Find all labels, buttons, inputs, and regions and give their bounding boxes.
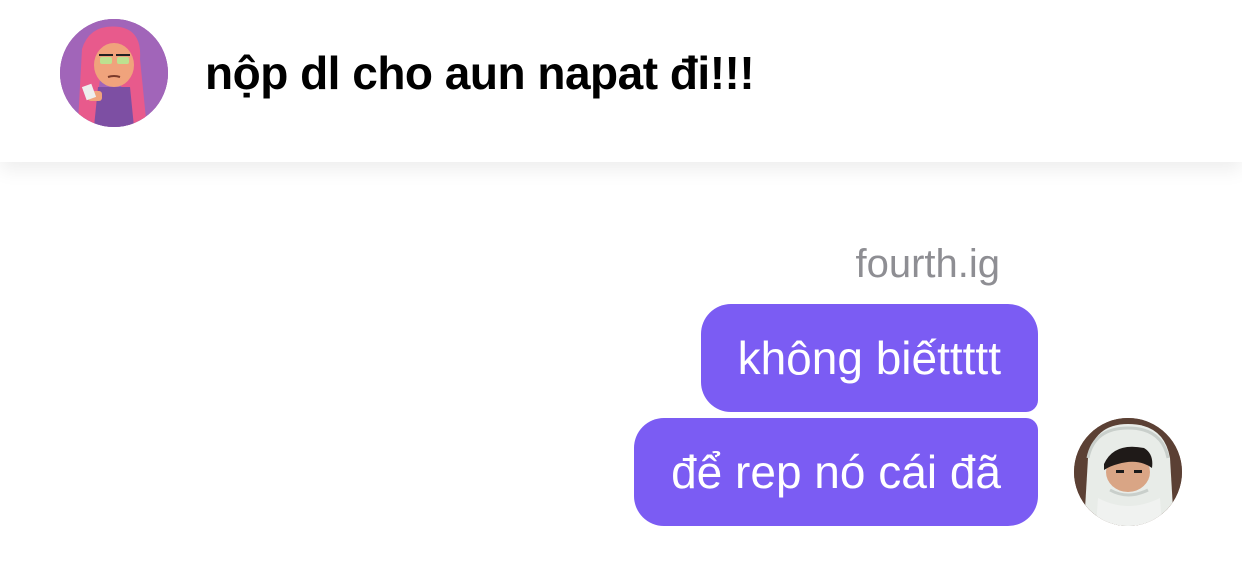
message-thread: fourth.ig không biếttttt để rep nó cái đ…: [0, 162, 1242, 585]
group-avatar[interactable]: [60, 19, 168, 127]
cartoon-character-icon: [60, 19, 168, 127]
sender-avatar[interactable]: [1074, 418, 1182, 526]
sender-name[interactable]: fourth.ig: [855, 242, 1000, 287]
message-bubble[interactable]: không biếttttt: [700, 304, 1038, 412]
chat-header: nộp dl cho aun napat đi!!!: [0, 0, 1242, 162]
message-text: không biếttttt: [737, 332, 1001, 384]
chat-title[interactable]: nộp dl cho aun napat đi!!!: [205, 46, 755, 100]
message-text: để rep nó cái đã: [671, 446, 1001, 498]
message-bubble[interactable]: để rep nó cái đã: [634, 418, 1038, 526]
user-photo-icon: [1074, 418, 1182, 526]
